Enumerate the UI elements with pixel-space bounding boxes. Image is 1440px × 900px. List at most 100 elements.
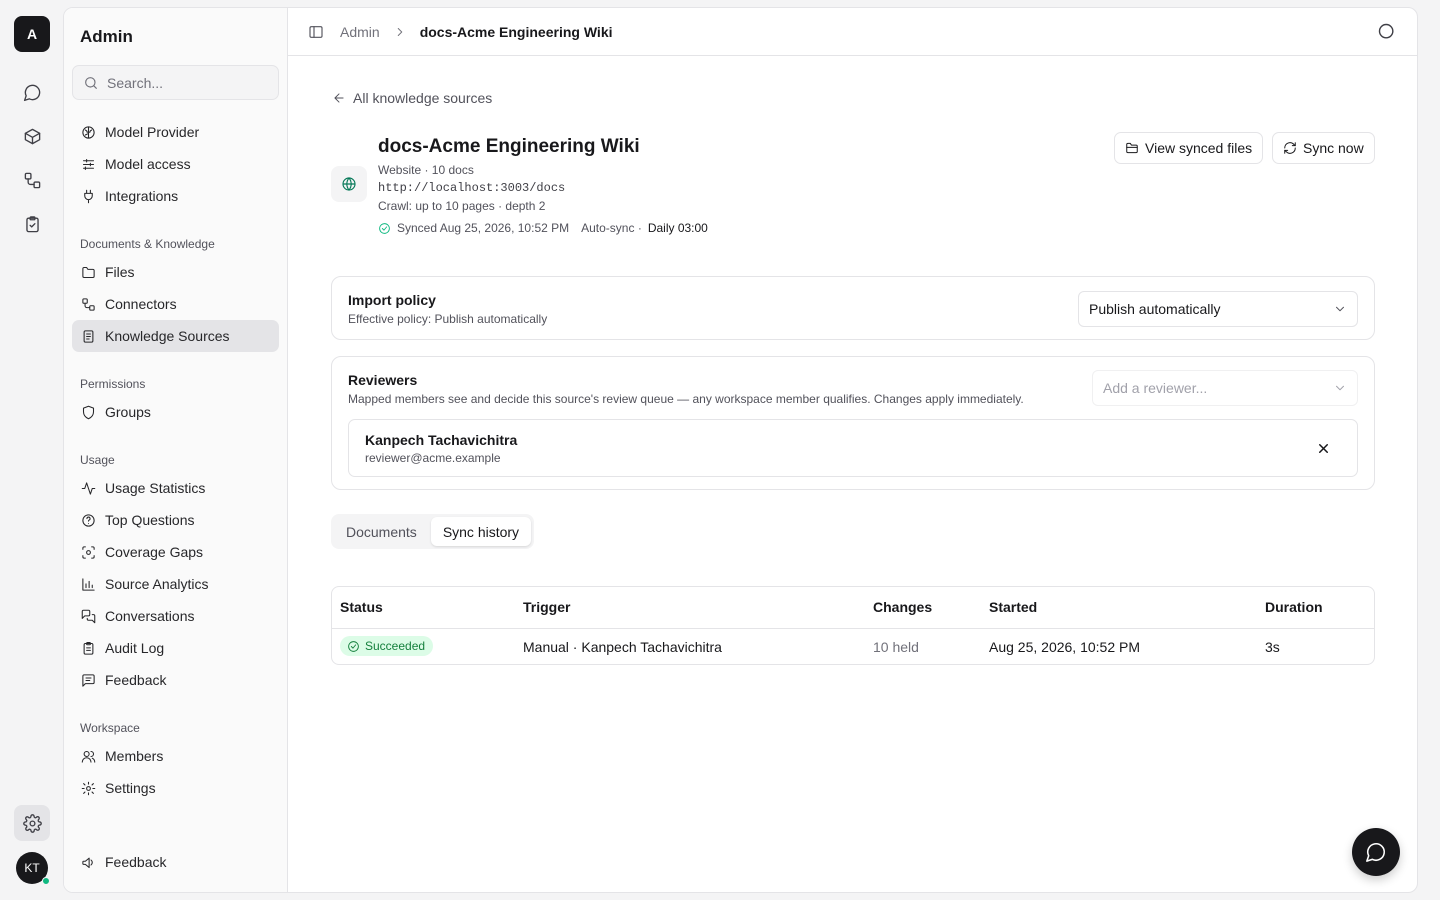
sidebar-item-label: Connectors (105, 296, 177, 312)
sidebar-item-knowledge-sources[interactable]: Knowledge Sources (72, 320, 279, 352)
import-policy-title: Import policy (348, 292, 436, 308)
sidebar-item-label: Conversations (105, 608, 195, 624)
messages-icon (81, 609, 96, 623)
sidebar-item-coverage-gaps[interactable]: Coverage Gaps (72, 536, 279, 568)
source-type: Website · 10 docs (378, 163, 474, 177)
sidebar-item-label: Knowledge Sources (105, 328, 230, 344)
sidebar-item-files[interactable]: Files (72, 256, 279, 288)
sidebar-group-documents: Documents & Knowledge (80, 237, 215, 251)
sidebar-item-integrations[interactable]: Integrations (72, 180, 279, 212)
chat-icon[interactable] (14, 74, 50, 110)
sidebar-item-usage-statistics[interactable]: Usage Statistics (72, 472, 279, 504)
chat-bubble-icon (1366, 842, 1386, 862)
sidebar-item-label: Model access (105, 156, 191, 172)
chat-fab-button[interactable] (1352, 828, 1400, 876)
sidebar-item-model-access[interactable]: Model access (72, 148, 279, 180)
add-reviewer-select[interactable]: Add a reviewer... (1092, 370, 1358, 406)
import-policy-card: Import policy Effective policy: Publish … (331, 276, 1375, 340)
admin-gear-icon[interactable] (14, 805, 50, 841)
page-title: docs-Acme Engineering Wiki (378, 136, 640, 157)
sync-history-table: Status Trigger Changes Started Duration … (331, 586, 1375, 665)
status-badge: Succeeded (340, 636, 434, 656)
clipboard-icon (83, 641, 94, 655)
sidebar-item-top-questions[interactable]: Top Questions (72, 504, 279, 536)
sliders-icon (82, 158, 95, 170)
column-header-status: Status (340, 599, 383, 615)
chevron-right-icon (397, 27, 402, 36)
sidebar-item-feedback[interactable]: Feedback (72, 664, 279, 696)
sidebar-footer-feedback[interactable]: Feedback (72, 846, 279, 878)
tab-sync-history[interactable]: Sync history (430, 517, 532, 546)
clipboard-check-icon[interactable] (14, 206, 50, 242)
column-header-changes: Changes (873, 599, 933, 615)
close-icon (1319, 444, 1328, 453)
search-icon (85, 76, 97, 89)
column-header-started: Started (989, 599, 1038, 615)
connector-icon (82, 297, 95, 311)
main-panel: Admin Model Provider Model access Integr… (63, 7, 1418, 893)
breadcrumb: Admin docs-Acme Engineering Wiki (308, 24, 613, 40)
autosync-value: Daily 03:00 (647, 221, 708, 235)
page-content: All knowledge sources docs-Acme Engineer… (288, 56, 1417, 892)
workflow-icon[interactable] (14, 162, 50, 198)
reviewer-email: reviewer@acme.example (365, 451, 501, 465)
sidebar-item-label: Groups (105, 404, 151, 420)
sidebar-toggle-icon[interactable] (308, 24, 324, 40)
sidebar-item-members[interactable]: Members (72, 740, 279, 772)
search-icon (1378, 23, 1394, 39)
sidebar-item-model-provider[interactable]: Model Provider (72, 116, 279, 148)
cell-trigger: Manual · Kanpech Tachavichitra (523, 639, 722, 655)
autosync-label: Auto-sync · (581, 221, 642, 235)
plug-icon (84, 189, 93, 203)
folder-open-icon (1126, 142, 1138, 154)
source-tabs: Documents Sync history (331, 514, 535, 549)
reviewers-title: Reviewers (348, 372, 418, 388)
remove-reviewer-button[interactable] (1316, 441, 1331, 456)
chevron-down-icon (1336, 306, 1344, 312)
reviewers-subtitle: Mapped members see and decide this sourc… (348, 392, 1024, 406)
megaphone-icon (82, 857, 93, 868)
cell-started: Aug 25, 2026, 10:52 PM (989, 639, 1140, 655)
source-url: http://localhost:3003/docs (378, 181, 566, 195)
tab-documents[interactable]: Documents (334, 517, 429, 546)
import-policy-select[interactable]: Publish automatically (1078, 291, 1358, 327)
cell-changes: 10 held (873, 639, 919, 655)
sync-now-button[interactable]: Sync now (1272, 132, 1375, 164)
sidebar-item-label: Audit Log (105, 640, 165, 656)
sidebar-item-label: Feedback (105, 672, 167, 688)
folder-icon (82, 266, 95, 278)
admin-sidebar: Admin Model Provider Model access Integr… (64, 8, 288, 892)
global-search-button[interactable] (1377, 22, 1397, 42)
box-icon[interactable] (14, 118, 50, 154)
message-square-icon (82, 673, 95, 687)
activity-icon (81, 481, 96, 495)
online-status-dot (42, 877, 50, 885)
reviewer-name: Kanpech Tachavichitra (365, 432, 518, 448)
back-link-label: All knowledge sources (353, 90, 493, 106)
top-bar: Admin docs-Acme Engineering Wiki (288, 8, 1417, 56)
view-synced-files-button[interactable]: View synced files (1114, 132, 1264, 164)
reviewer-row: Kanpech Tachavichitra reviewer@acme.exam… (348, 419, 1358, 477)
check-circle-icon (379, 222, 390, 234)
app-rail: A KT (0, 0, 64, 900)
back-link[interactable]: All knowledge sources (332, 90, 492, 106)
breadcrumb-root[interactable]: Admin (340, 24, 380, 40)
search-input[interactable] (107, 74, 267, 91)
help-circle-icon (82, 513, 95, 527)
sidebar-item-settings[interactable]: Settings (72, 772, 279, 804)
crawl-info: Crawl: up to 10 pages · depth 2 (378, 199, 546, 213)
sidebar-search[interactable] (72, 65, 279, 100)
book-icon (83, 329, 94, 343)
sidebar-group-permissions: Permissions (80, 377, 146, 391)
sidebar-item-source-analytics[interactable]: Source Analytics (72, 568, 279, 600)
sidebar-item-groups[interactable]: Groups (72, 396, 279, 428)
sidebar-item-label: Model Provider (105, 124, 200, 140)
sidebar-item-conversations[interactable]: Conversations (72, 600, 279, 632)
sidebar-item-audit-log[interactable]: Audit Log (72, 632, 279, 664)
import-policy-subtitle: Effective policy: Publish automatically (348, 312, 548, 326)
sidebar-item-label: Members (105, 748, 164, 764)
sidebar-item-connectors[interactable]: Connectors (72, 288, 279, 320)
gear-icon (81, 781, 96, 795)
workspace-switcher[interactable]: A (14, 16, 50, 52)
sidebar-item-label: Source Analytics (105, 576, 209, 592)
